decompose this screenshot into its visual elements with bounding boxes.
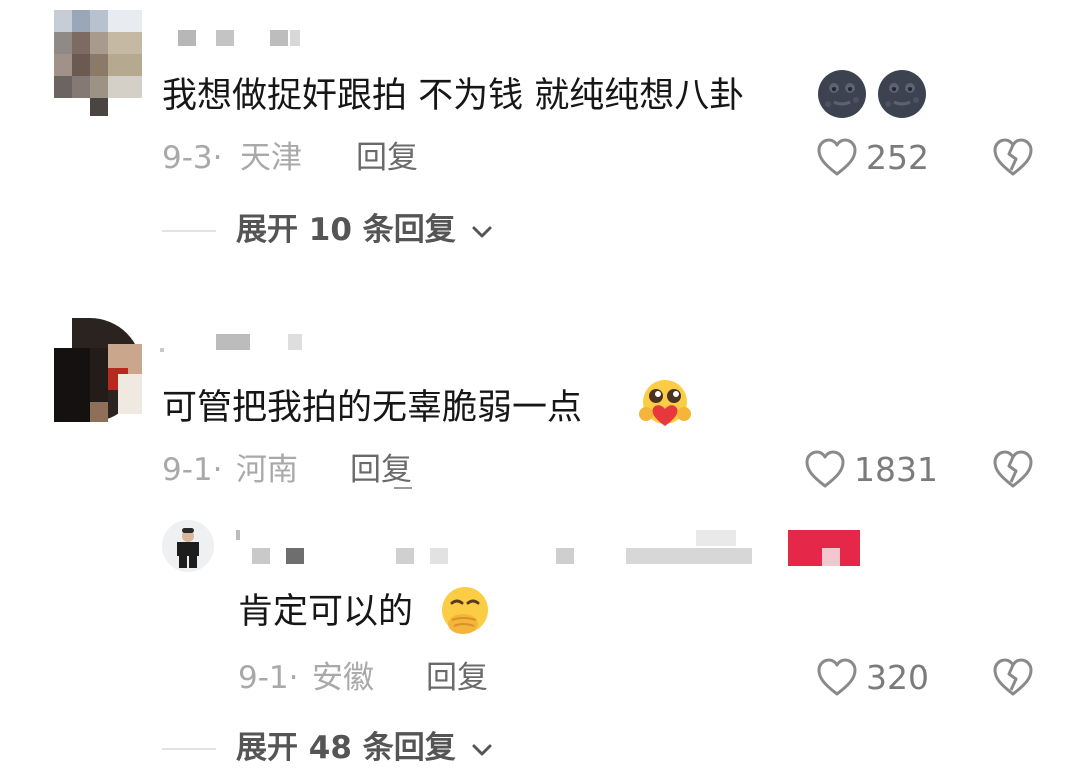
expand-replies-label: 展开 10 条回复	[236, 212, 456, 248]
reply-button[interactable]: 回复	[350, 450, 412, 490]
comment-text: 可管把我拍的无辜脆弱一点	[162, 388, 583, 428]
comment-text: 我想做捉奸跟拍 不为钱 就纯纯想八卦	[162, 76, 745, 116]
chevron-down-icon	[472, 744, 492, 755]
new-moon-face-icon	[818, 70, 866, 118]
comment-date: 9-3·	[162, 140, 223, 176]
divider-line	[162, 748, 216, 750]
new-moon-face-icon	[878, 70, 926, 118]
username-blurred[interactable]	[160, 334, 310, 352]
heart-icon[interactable]	[804, 450, 846, 490]
comment-date: 9-1·	[162, 452, 223, 488]
broken-heart-icon[interactable]	[992, 450, 1034, 490]
avatar[interactable]	[54, 10, 142, 116]
author-badge	[788, 530, 860, 566]
reply-text: 肯定可以的	[238, 592, 414, 632]
like-count: 320	[866, 658, 929, 697]
reply-location: 安徽	[312, 660, 374, 696]
expand-replies-button[interactable]: 展开 10 条回复	[236, 210, 493, 250]
hand-over-mouth-face-icon	[442, 587, 488, 634]
username-blurred[interactable]	[236, 530, 796, 566]
broken-heart-icon[interactable]	[992, 658, 1034, 698]
comment-location: 天津	[240, 140, 302, 176]
reply-button[interactable]: 回复	[356, 138, 418, 178]
expand-replies-button[interactable]: 展开 48 条回复	[236, 728, 493, 768]
chevron-down-icon	[472, 226, 492, 237]
heart-icon[interactable]	[816, 138, 858, 178]
comment-location: 河南	[236, 452, 298, 488]
username-blurred[interactable]	[178, 30, 338, 46]
reply-date: 9-1·	[238, 660, 299, 696]
heart-icon[interactable]	[816, 658, 858, 698]
like-count: 1831	[854, 450, 938, 489]
reply-button[interactable]: 回复	[426, 658, 488, 698]
broken-heart-icon[interactable]	[992, 138, 1034, 178]
avatar[interactable]	[162, 520, 214, 572]
pleading-heart-face-icon	[639, 380, 691, 426]
like-count: 252	[866, 138, 929, 177]
divider-line	[162, 230, 216, 232]
reply-underline	[394, 487, 412, 489]
avatar[interactable]	[54, 318, 142, 422]
expand-replies-label: 展开 48 条回复	[236, 730, 456, 766]
